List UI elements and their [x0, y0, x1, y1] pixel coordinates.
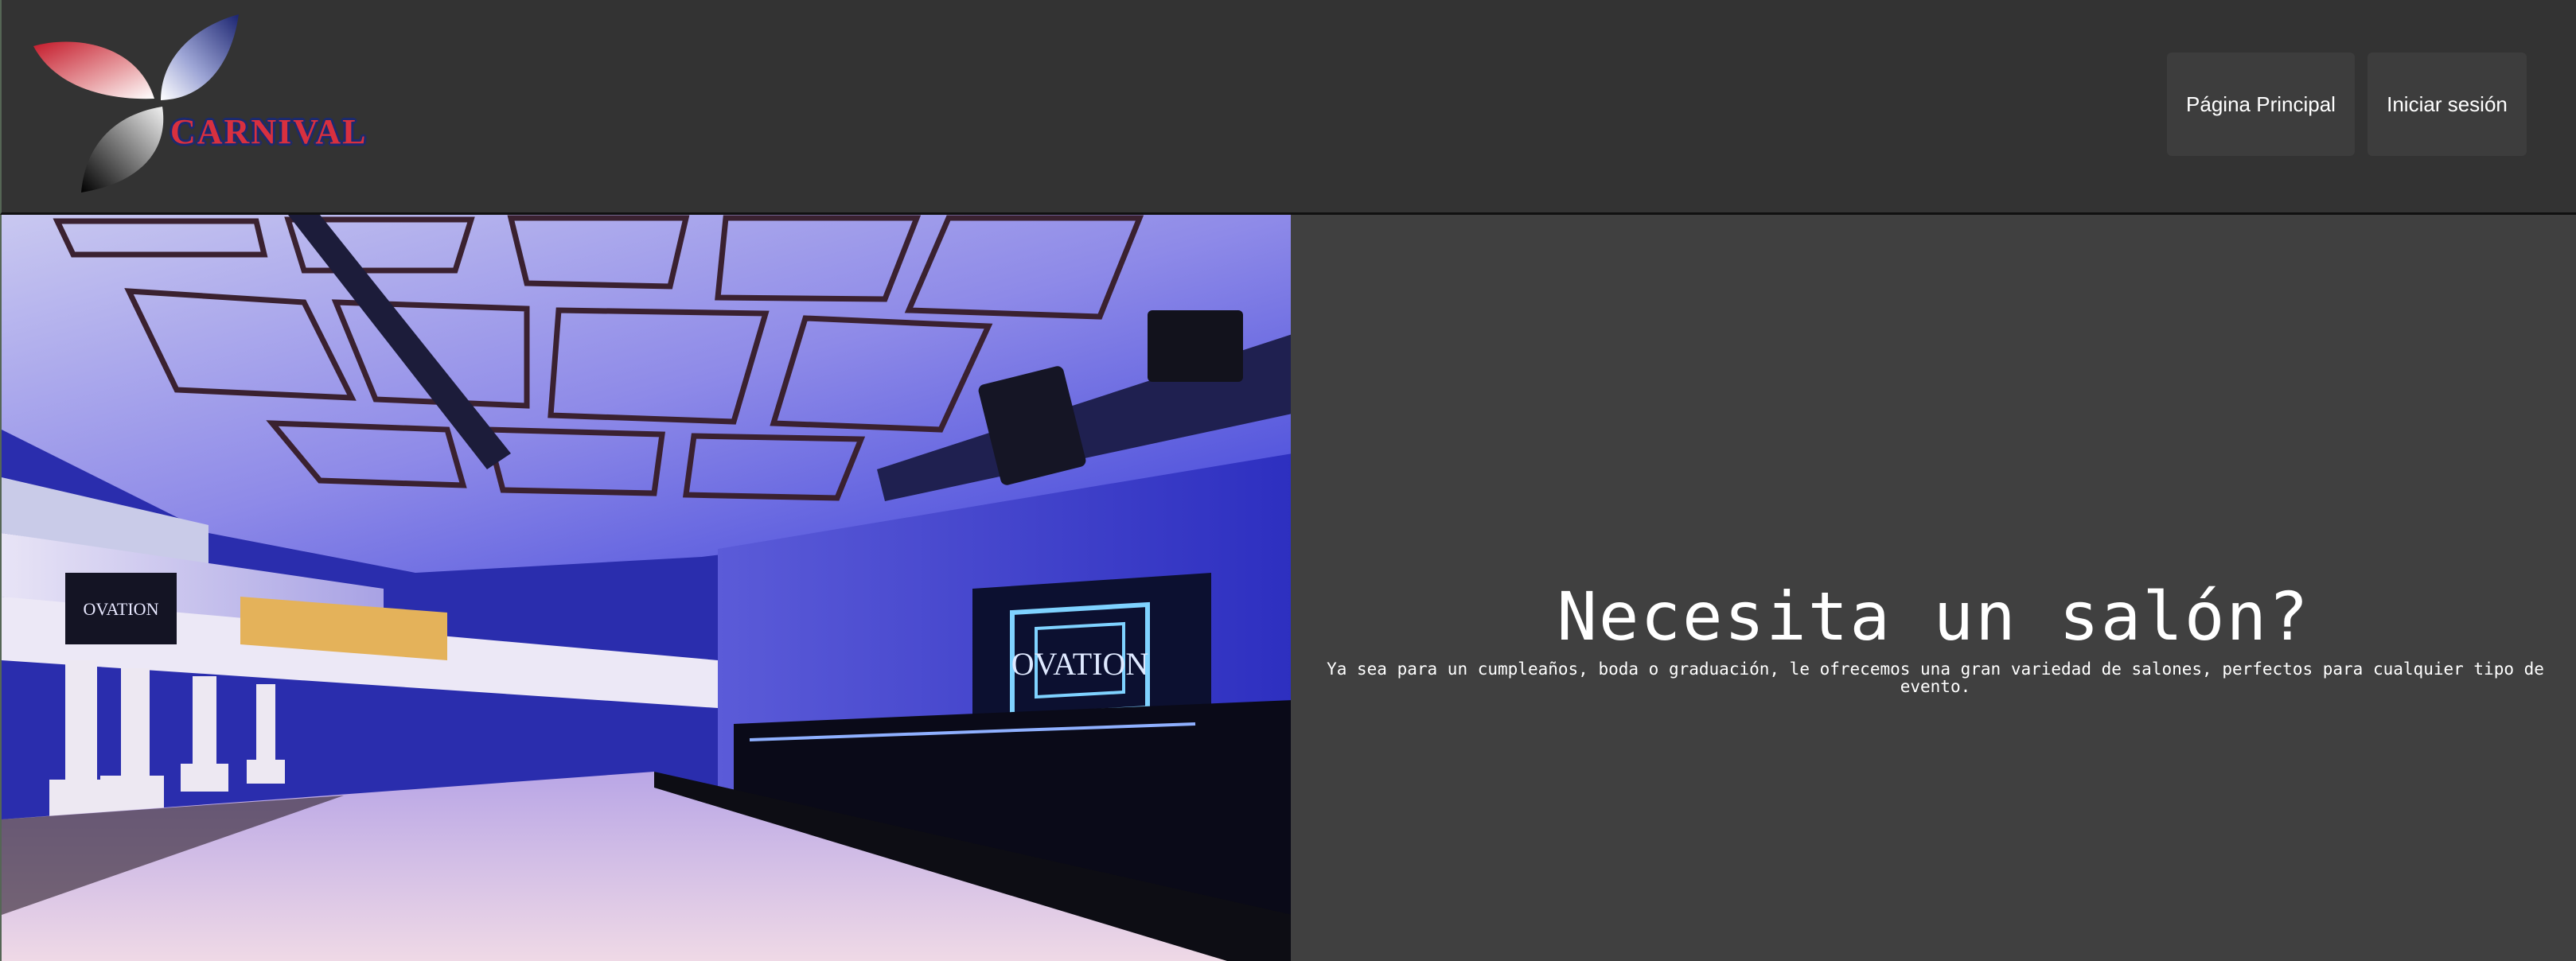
main-nav: Página Principal Iniciar sesión	[2167, 53, 2527, 156]
carnival-logo[interactable]: CARNIVAL	[25, 11, 407, 196]
balcony-sign-text: OVATION	[84, 599, 159, 619]
stage-sign-text: OVATION	[1011, 646, 1149, 682]
hero-title: Necesita un salón?	[1557, 578, 2310, 656]
hero-subtitle: Ya sea para un cumpleaños, boda o gradua…	[1327, 659, 2544, 696]
home-button[interactable]: Página Principal	[2167, 53, 2355, 156]
hero-panel: Necesita un salón? Ya sea para un cumple…	[1291, 215, 2576, 961]
venue-hall-illustration: OVATION OVATION	[2, 215, 1291, 961]
brand-wordmark: CARNIVAL	[170, 112, 368, 151]
venue-hall-photo: OVATION OVATION	[0, 215, 1291, 961]
site-header: CARNIVAL Página Principal Iniciar sesión	[0, 0, 2576, 215]
login-button[interactable]: Iniciar sesión	[2368, 53, 2527, 156]
carnival-petal-logo-icon	[33, 14, 239, 193]
